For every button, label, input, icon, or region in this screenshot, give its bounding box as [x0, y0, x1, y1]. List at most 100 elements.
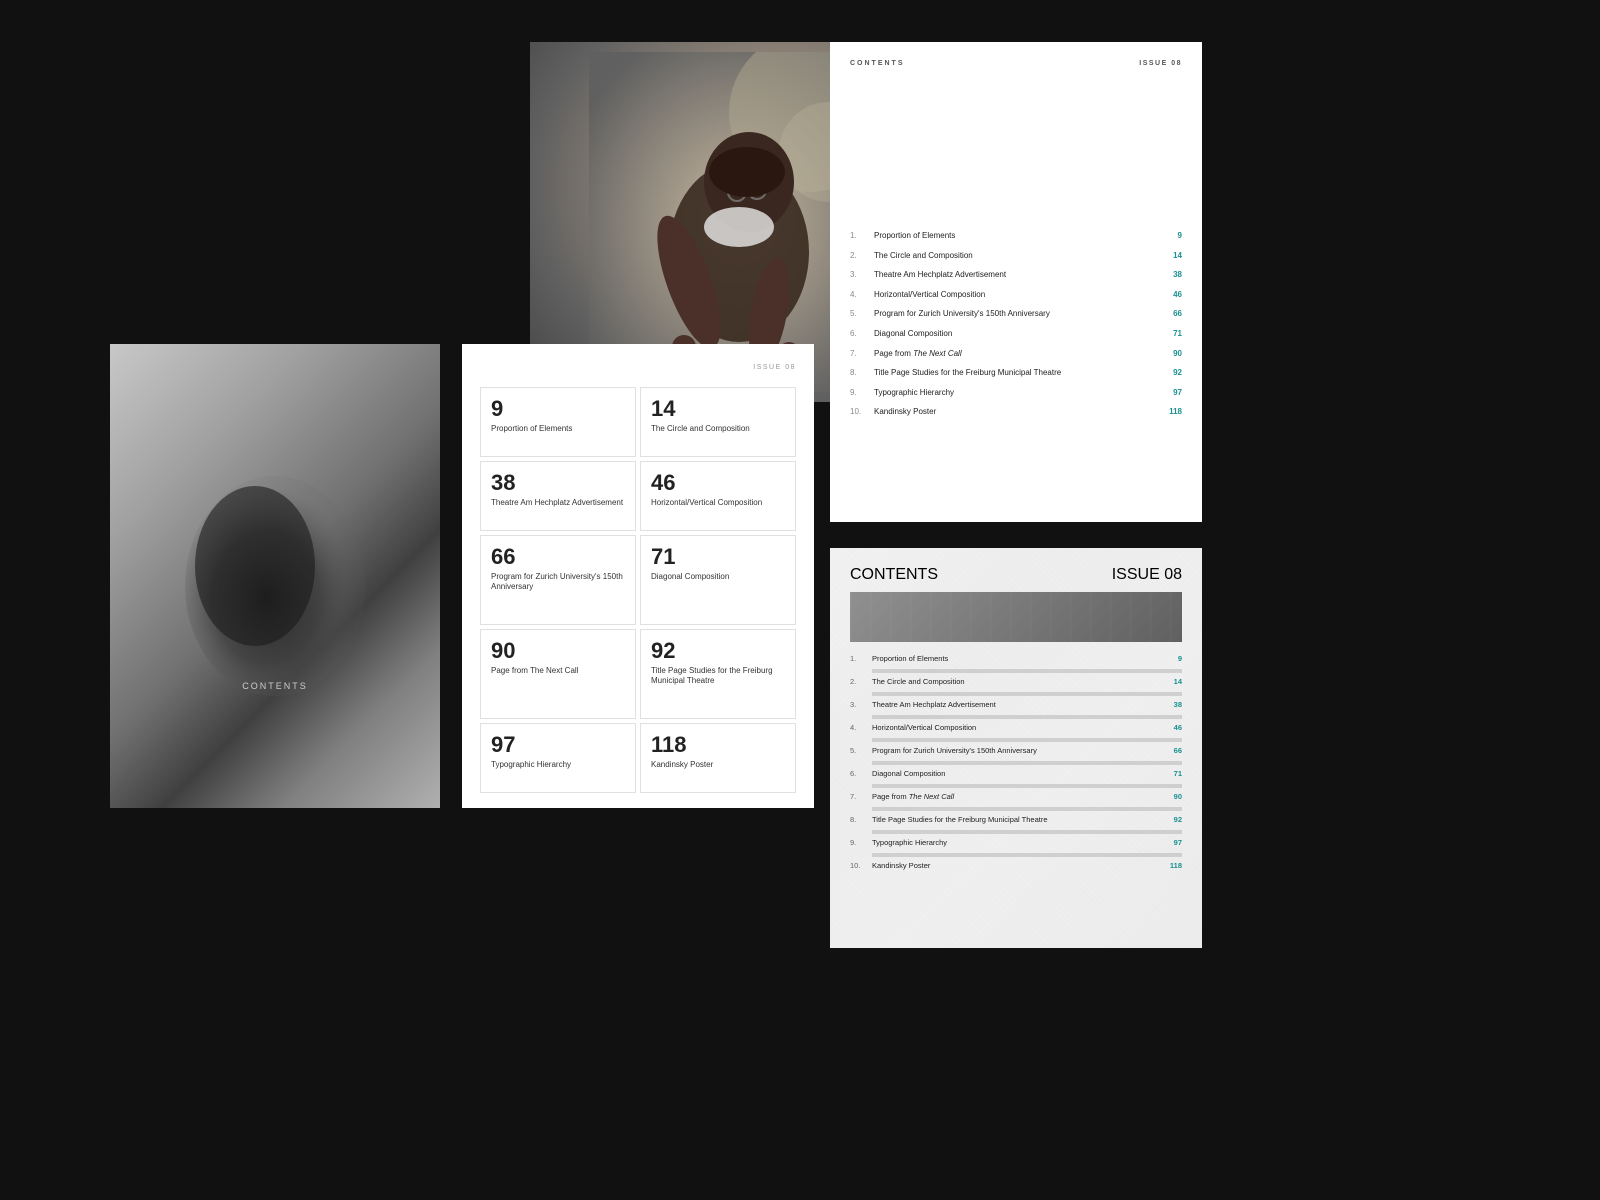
- tt-bar-9: [872, 853, 1182, 857]
- tt-title-2: The Circle and Composition: [868, 677, 1166, 686]
- toc-page-1: 9: [1162, 231, 1182, 240]
- toc-card: CONTENTS ISSUE 08 1. Proportion of Eleme…: [830, 42, 1202, 522]
- tt-page-9: 97: [1166, 838, 1182, 847]
- toc-num-10: 10.: [850, 407, 868, 416]
- toc-num-6: 6.: [850, 329, 868, 338]
- item-title-92: Title Page Studies for the Freiburg Muni…: [651, 666, 785, 687]
- toc-row-9: 9. Typographic Hierarchy 97: [850, 388, 1182, 398]
- tt-bar-5: [872, 761, 1182, 765]
- tt-row-1: 1. Proportion of Elements 9: [850, 654, 1182, 663]
- toc-title-9: Typographic Hierarchy: [868, 388, 1162, 398]
- contents-grid-card: ISSUE 08 9 Proportion of Elements 14 The…: [462, 344, 814, 808]
- toc-num-4: 4.: [850, 290, 868, 299]
- toc-texture-header: CONTENTS ISSUE 08: [850, 566, 1182, 584]
- toc-num-1: 1.: [850, 231, 868, 240]
- toc-texture-header-issue: ISSUE 08: [1112, 566, 1182, 584]
- grid-item-14: 14 The Circle and Composition: [640, 387, 796, 457]
- item-title-71: Diagonal Composition: [651, 572, 785, 582]
- toc-num-7: 7.: [850, 349, 868, 358]
- tt-num-1: 1.: [850, 654, 868, 663]
- tt-num-2: 2.: [850, 677, 868, 686]
- toc-num-9: 9.: [850, 388, 868, 397]
- tt-title-8: Title Page Studies for the Freiburg Muni…: [868, 815, 1166, 824]
- grid-container: 9 Proportion of Elements 14 The Circle a…: [480, 387, 796, 719]
- toc-row-2: 2. The Circle and Composition 14: [850, 251, 1182, 261]
- item-number-118: 118: [651, 734, 785, 756]
- toc-title-6: Diagonal Composition: [868, 329, 1162, 339]
- toc-spacer: [850, 71, 1182, 231]
- tt-bar-4: [872, 738, 1182, 742]
- tt-title-4: Horizontal/Vertical Composition: [868, 723, 1166, 732]
- toc-row-1: 1. Proportion of Elements 9: [850, 231, 1182, 241]
- toc-title-4: Horizontal/Vertical Composition: [868, 290, 1162, 300]
- item-number-97: 97: [491, 734, 625, 756]
- grid-last-row: 97 Typographic Hierarchy 118 Kandinsky P…: [480, 723, 796, 793]
- toc-page-10: 118: [1162, 407, 1182, 416]
- tt-num-7: 7.: [850, 792, 868, 801]
- tt-page-3: 38: [1166, 700, 1182, 709]
- item-title-97: Typographic Hierarchy: [491, 760, 625, 770]
- toc-title-3: Theatre Am Hechplatz Advertisement: [868, 270, 1162, 280]
- toc-row-8: 8. Title Page Studies for the Freiburg M…: [850, 368, 1182, 378]
- toc-header: CONTENTS ISSUE 08: [850, 60, 1182, 67]
- tt-page-2: 14: [1166, 677, 1182, 686]
- grid-issue-label: ISSUE 08: [480, 364, 796, 371]
- tt-bar-7: [872, 807, 1182, 811]
- tt-row-4: 4. Horizontal/Vertical Composition 46: [850, 723, 1182, 732]
- grid-item-9: 9 Proportion of Elements: [480, 387, 636, 457]
- item-title-14: The Circle and Composition: [651, 424, 785, 434]
- toc-title-5: Program for Zurich University's 150th An…: [868, 309, 1162, 319]
- thumb-strip: [850, 592, 1182, 642]
- item-number-90: 90: [491, 640, 625, 662]
- toc-rows: 1. Proportion of Elements 9 2. The Circl…: [850, 231, 1182, 417]
- tt-page-4: 46: [1166, 723, 1182, 732]
- tt-row-9: 9. Typographic Hierarchy 97: [850, 838, 1182, 847]
- tt-page-8: 92: [1166, 815, 1182, 824]
- item-number-66: 66: [491, 546, 625, 568]
- toc-num-3: 3.: [850, 270, 868, 279]
- toc-page-3: 38: [1162, 270, 1182, 279]
- tt-num-6: 6.: [850, 769, 868, 778]
- tt-bar-8: [872, 830, 1182, 834]
- toc-page-9: 97: [1162, 388, 1182, 397]
- tt-page-10: 118: [1166, 861, 1182, 870]
- tt-num-9: 9.: [850, 838, 868, 847]
- tt-page-6: 71: [1166, 769, 1182, 778]
- toc-title-1: Proportion of Elements: [868, 231, 1162, 241]
- blob-svg: [165, 436, 385, 716]
- toc-texture-header-label: CONTENTS: [850, 566, 938, 584]
- tt-bar-3: [872, 715, 1182, 719]
- tt-title-10: Kandinsky Poster: [868, 861, 1166, 870]
- toc-title-7: Page from The Next Call: [868, 349, 1162, 359]
- tt-title-1: Proportion of Elements: [868, 654, 1166, 663]
- grid-item-66: 66 Program for Zurich University's 150th…: [480, 535, 636, 625]
- toc-page-5: 66: [1162, 309, 1182, 318]
- toc-num-8: 8.: [850, 368, 868, 377]
- tt-page-5: 66: [1166, 746, 1182, 755]
- toc-texture-rows: 1. Proportion of Elements 9 2. The Circl…: [850, 654, 1182, 870]
- toc-row-4: 4. Horizontal/Vertical Composition 46: [850, 290, 1182, 300]
- grid-item-92: 92 Title Page Studies for the Freiburg M…: [640, 629, 796, 719]
- toc-row-7: 7. Page from The Next Call 90: [850, 349, 1182, 359]
- tt-page-1: 9: [1166, 654, 1182, 663]
- item-number-14: 14: [651, 398, 785, 420]
- toc-row-10: 10. Kandinsky Poster 118: [850, 407, 1182, 417]
- cover-label: CONTENTS: [242, 681, 308, 691]
- tt-row-8: 8. Title Page Studies for the Freiburg M…: [850, 815, 1182, 824]
- toc-row-6: 6. Diagonal Composition 71: [850, 329, 1182, 339]
- toc-num-5: 5.: [850, 309, 868, 318]
- toc-page-6: 71: [1162, 329, 1182, 338]
- toc-header-label: CONTENTS: [850, 60, 905, 67]
- tt-row-10: 10. Kandinsky Poster 118: [850, 861, 1182, 870]
- grid-item-71: 71 Diagonal Composition: [640, 535, 796, 625]
- item-title-46: Horizontal/Vertical Composition: [651, 498, 785, 508]
- toc-title-8: Title Page Studies for the Freiburg Muni…: [868, 368, 1162, 378]
- item-number-46: 46: [651, 472, 785, 494]
- tt-num-5: 5.: [850, 746, 868, 755]
- grid-item-46: 46 Horizontal/Vertical Composition: [640, 461, 796, 531]
- tt-bar-6: [872, 784, 1182, 788]
- tt-title-9: Typographic Hierarchy: [868, 838, 1166, 847]
- item-number-92: 92: [651, 640, 785, 662]
- grid-item-38: 38 Theatre Am Hechplatz Advertisement: [480, 461, 636, 531]
- tt-row-6: 6. Diagonal Composition 71: [850, 769, 1182, 778]
